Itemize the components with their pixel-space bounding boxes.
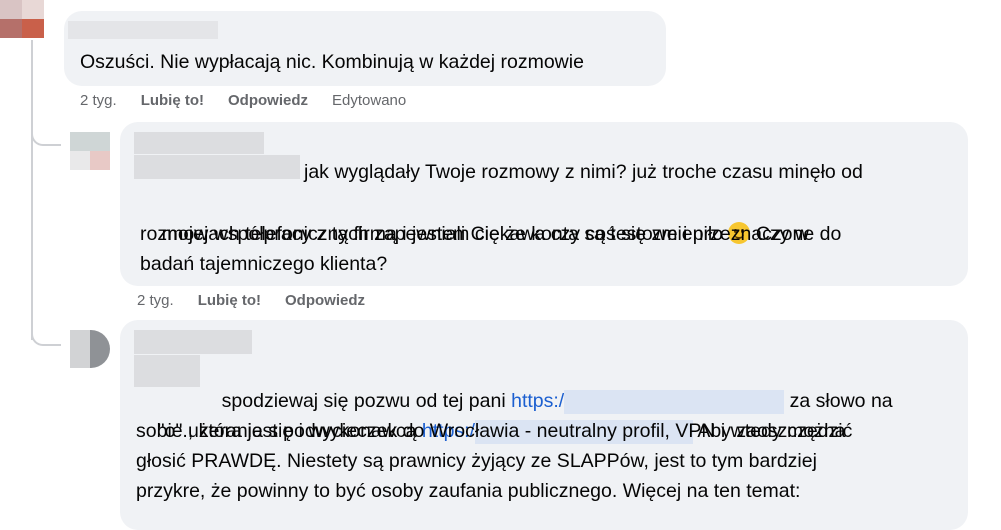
avatar[interactable]	[0, 0, 44, 38]
reply-button[interactable]: Odpowiedz	[285, 292, 365, 309]
author-name-redacted[interactable]	[134, 330, 252, 354]
comment-text-line: jak wyglądały Twoje rozmowy z nimi? już …	[304, 161, 863, 183]
comment-actions: 2 tyg. Lubię to! Odpowiedz Edytowano	[80, 92, 430, 109]
comment-text-line: sobie użerania się i wycieczek do Wrocła…	[136, 420, 846, 442]
author-name-redacted[interactable]	[134, 355, 200, 387]
comment-text: Oszuści. Nie wypłacają nic. Kombinują w …	[80, 51, 584, 73]
author-name-redacted[interactable]	[134, 132, 264, 154]
comment-text-line: rozmowach telefonicznych zapewniali Cię …	[140, 223, 842, 245]
reply-button[interactable]: Odpowiedz	[228, 92, 308, 109]
author-name-redacted[interactable]	[134, 155, 300, 179]
comment-bubble: spodziewaj się pozwu od tej pani https:/…	[120, 320, 968, 530]
like-button[interactable]: Lubię to!	[141, 92, 204, 109]
comment-text-line: głosić PRAWDĘ. Niestety są prawnicy żyją…	[136, 450, 817, 472]
thread-line-connector-1	[31, 124, 61, 146]
thread-line-vertical	[31, 40, 33, 340]
thread-line-connector-2	[31, 324, 61, 346]
comment-text-line: przykre, że powinny to być osoby zaufani…	[136, 480, 801, 502]
comment-bubble: Oszuści. Nie wypłacają nic. Kombinują w …	[64, 11, 666, 86]
comment-bubble: jak wyglądały Twoje rozmowy z nimi? już …	[120, 122, 968, 286]
comment-actions: 2 tyg. Lubię to! Odpowiedz	[137, 292, 389, 309]
timestamp[interactable]: 2 tyg.	[137, 292, 174, 309]
edited-label: Edytowano	[332, 92, 407, 109]
avatar[interactable]	[70, 330, 110, 368]
author-name-redacted[interactable]	[68, 21, 218, 39]
avatar[interactable]	[70, 132, 110, 170]
like-button[interactable]: Lubię to!	[198, 292, 261, 309]
comment-text-line: badań tajemniczego klienta?	[140, 253, 388, 275]
timestamp[interactable]: 2 tyg.	[80, 92, 117, 109]
